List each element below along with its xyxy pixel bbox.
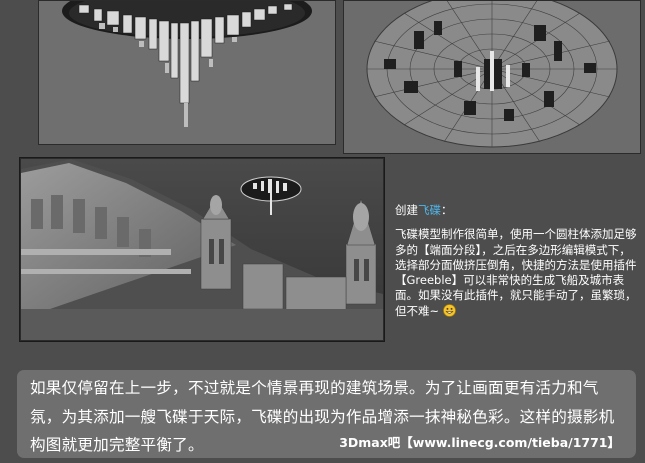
building-scene-render [20,158,384,341]
description-body: 飞碟模型制作很简单，使用一个圆柱体添加足够多的【端面分段】，之后在多边形编辑模式… [395,227,640,319]
title-suffix: ： [441,203,453,217]
ufo-top-render [343,0,641,154]
description-title: 创建飞碟： [395,203,640,218]
description-body-text: 飞碟模型制作很简单，使用一个圆柱体添加足够多的【端面分段】，之后在多边形编辑模式… [395,227,637,318]
title-accent: 飞碟 [418,203,441,217]
caption-box: 如果仅停留在上一步，不过就是个情景再现的建筑场景。为了让画面更有活力和气氛，为其… [17,370,636,458]
ufo-side-render [38,0,336,145]
grinning-face-icon [442,303,456,317]
source-credit: 3Dmax吧【www.linecg.com/tieba/1771】 [339,435,620,450]
title-prefix: 创建 [395,203,418,217]
ufo-description: 创建飞碟： 飞碟模型制作很简单，使用一个圆柱体添加足够多的【端面分段】，之后在多… [395,203,640,319]
